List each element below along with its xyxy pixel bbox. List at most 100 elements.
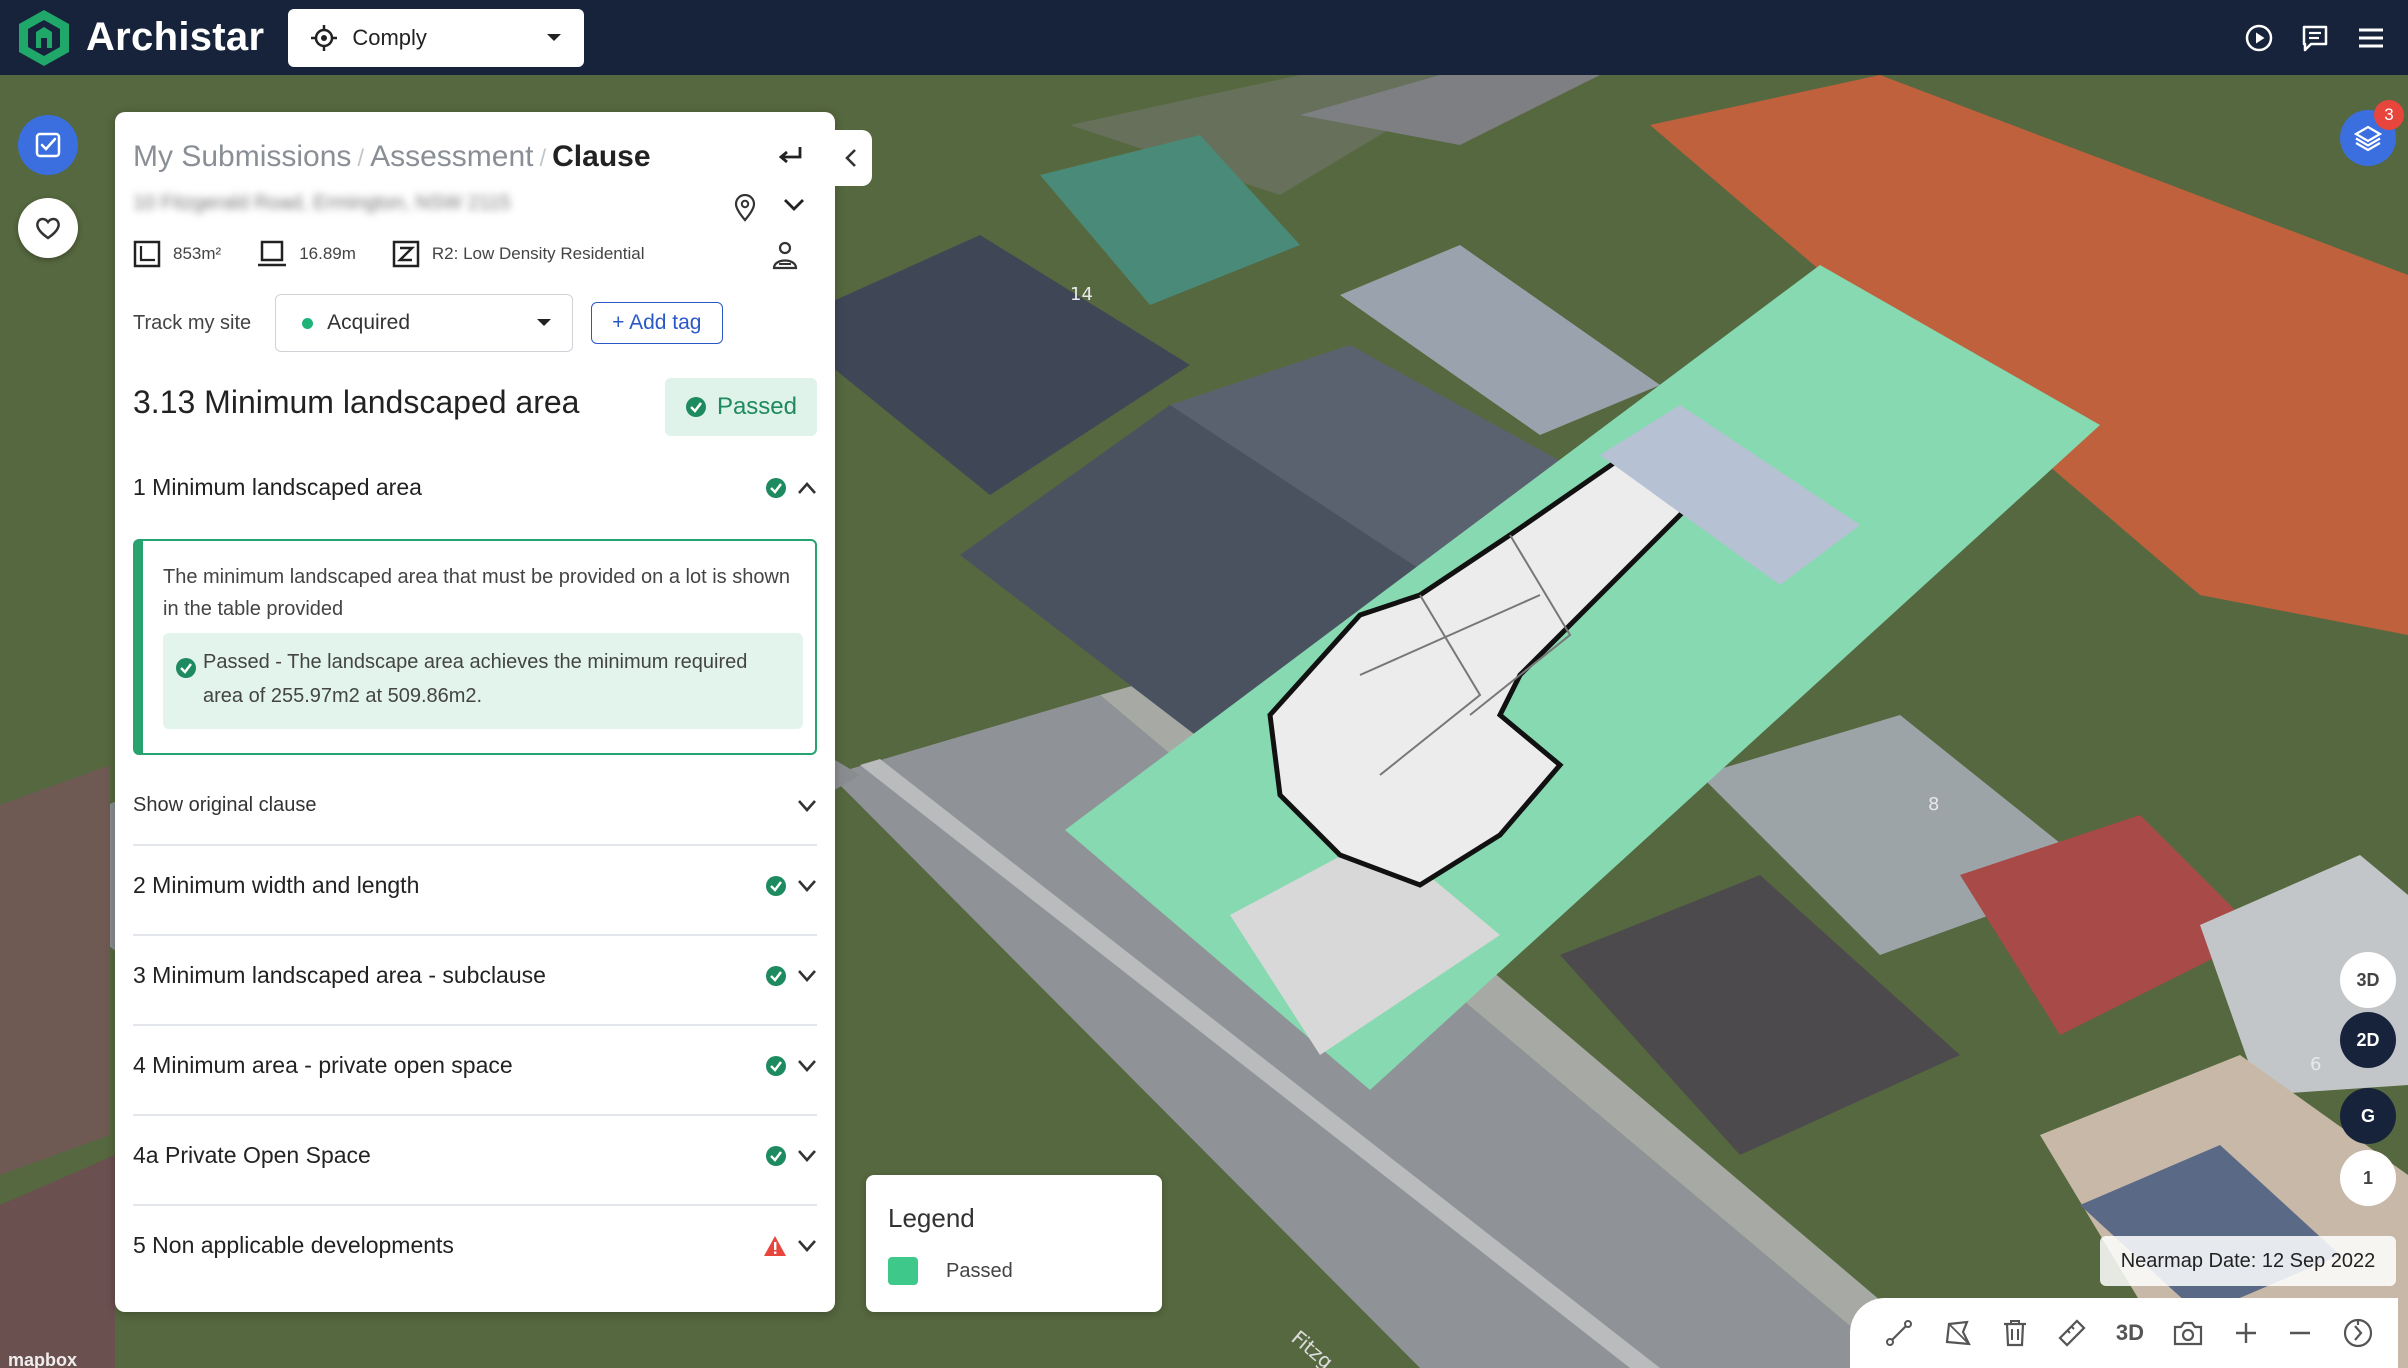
zone-icon bbox=[392, 240, 420, 268]
hamburger-menu-icon[interactable] bbox=[2356, 23, 2386, 53]
compass-button[interactable] bbox=[2342, 1317, 2374, 1349]
house-number-label: 8 bbox=[1928, 794, 1939, 815]
chevron-down-icon bbox=[798, 1059, 816, 1072]
toolbar-3d-button[interactable]: 3D bbox=[2116, 1320, 2144, 1346]
site-address: 10 Fitzgerald Road, Ermington, NSW 2115 bbox=[133, 192, 511, 214]
caret-down-icon bbox=[547, 33, 562, 41]
subclause-name: 2 Minimum width and length bbox=[133, 872, 420, 898]
divider bbox=[133, 1114, 817, 1116]
check-circle-icon bbox=[766, 1145, 786, 1166]
view-3d-button[interactable]: 3D bbox=[2340, 952, 2396, 1008]
chevron-down-icon bbox=[798, 1149, 816, 1162]
breadcrumb-my-submissions[interactable]: My Submissions bbox=[133, 140, 351, 173]
divider bbox=[133, 1204, 817, 1206]
mapbox-attribution[interactable]: mapbox bbox=[8, 1350, 77, 1368]
subclause-result-text: Passed - The landscape area achieves the… bbox=[203, 651, 748, 707]
caret-down-icon bbox=[537, 319, 552, 326]
layers-icon bbox=[2353, 125, 2383, 152]
collapse-panel-button[interactable] bbox=[830, 130, 872, 186]
ruler-icon bbox=[2058, 1319, 2087, 1347]
site-zone-value: R2: Low Density Residential bbox=[431, 244, 645, 263]
mode-dropdown[interactable]: Comply bbox=[288, 8, 585, 67]
checklist-icon bbox=[35, 132, 61, 158]
archistar-logo-icon bbox=[19, 9, 69, 66]
subclause-detail: The minimum landscaped area that must be… bbox=[133, 539, 817, 755]
line-icon bbox=[1886, 1320, 1913, 1346]
delete-tool[interactable] bbox=[2001, 1318, 2029, 1348]
legend-item: Passed bbox=[888, 1257, 1013, 1285]
layers-count-badge: 3 bbox=[2374, 100, 2404, 130]
legend-title: Legend bbox=[888, 1203, 975, 1233]
chevron-down-icon bbox=[798, 799, 816, 812]
show-original-clause-toggle[interactable]: Show original clause bbox=[133, 794, 817, 817]
polygon-icon bbox=[1945, 1320, 1971, 1346]
area-icon bbox=[133, 240, 161, 268]
camera-icon bbox=[2174, 1321, 2203, 1346]
breadcrumb-separator: / bbox=[539, 145, 547, 172]
owner-icon[interactable] bbox=[771, 240, 799, 272]
favourite-button[interactable] bbox=[18, 198, 78, 258]
chevron-down-icon bbox=[798, 969, 816, 982]
track-status-value: Acquired bbox=[327, 311, 411, 334]
chat-icon[interactable] bbox=[2300, 23, 2330, 53]
zoom-in-button[interactable] bbox=[2233, 1320, 2259, 1346]
track-status-dropdown[interactable]: Acquired bbox=[275, 294, 574, 352]
site-area: 853m² bbox=[133, 240, 221, 268]
check-circle-icon bbox=[766, 965, 786, 986]
add-tag-button[interactable]: + Add tag bbox=[591, 302, 723, 344]
chevron-up-icon bbox=[798, 481, 816, 494]
clause-status-badge: Passed bbox=[664, 378, 817, 436]
subclause-name: 4a Private Open Space bbox=[133, 1142, 371, 1168]
minus-icon bbox=[2290, 1331, 2311, 1335]
subclause-row[interactable]: 5 Non applicable developments bbox=[133, 1232, 817, 1259]
crosshair-icon bbox=[311, 24, 338, 51]
breadcrumb-separator: / bbox=[357, 145, 365, 172]
view-g-button[interactable]: G bbox=[2340, 1088, 2396, 1144]
play-icon[interactable] bbox=[2244, 23, 2274, 53]
location-pin-icon[interactable] bbox=[733, 194, 757, 222]
top-bar: Archistar Comply bbox=[0, 0, 2408, 75]
track-site-label: Track my site bbox=[133, 311, 252, 334]
divider bbox=[133, 1024, 817, 1026]
subclause-name: 5 Non applicable developments bbox=[133, 1232, 454, 1258]
track-site-row: Track my site Acquired + Add tag bbox=[133, 294, 723, 352]
return-arrow-icon[interactable] bbox=[775, 142, 805, 172]
check-circle-icon bbox=[766, 1055, 786, 1076]
check-circle-icon bbox=[766, 477, 786, 498]
view-1-button[interactable]: 1 bbox=[2340, 1150, 2396, 1206]
subclause-row[interactable]: 2 Minimum width and length bbox=[133, 872, 817, 899]
nearmap-date: Nearmap Date: 12 Sep 2022 bbox=[2100, 1236, 2396, 1286]
trash-icon bbox=[2004, 1320, 2027, 1347]
show-original-label: Show original clause bbox=[133, 794, 317, 816]
view-2d-button[interactable]: 2D bbox=[2340, 1012, 2396, 1068]
house-number-label: 14 bbox=[1070, 284, 1093, 305]
chevron-down-icon[interactable] bbox=[783, 198, 805, 212]
site-zone: R2: Low Density Residential bbox=[392, 240, 645, 268]
submissions-button[interactable] bbox=[18, 115, 78, 175]
subclause-row[interactable]: 4 Minimum area - private open space bbox=[133, 1052, 817, 1079]
site-area-value: 853m² bbox=[173, 244, 222, 263]
breadcrumb-assessment[interactable]: Assessment bbox=[370, 140, 533, 173]
draw-line-tool[interactable] bbox=[1884, 1318, 1914, 1348]
status-dot bbox=[302, 317, 314, 329]
app-logo[interactable]: Archistar bbox=[16, 8, 264, 68]
subclause-header-1[interactable]: 1 Minimum landscaped area bbox=[133, 474, 817, 501]
mode-label: Comply bbox=[352, 24, 427, 50]
subclause-row[interactable]: 4a Private Open Space bbox=[133, 1142, 817, 1169]
measure-tool[interactable] bbox=[2057, 1318, 2087, 1348]
compass-icon bbox=[2343, 1318, 2372, 1348]
legend-swatch bbox=[888, 1257, 918, 1285]
house-number-label: 6 bbox=[2310, 1054, 2321, 1075]
subclause-row[interactable]: 3 Minimum landscaped area - subclause bbox=[133, 962, 817, 989]
app-name: Archistar bbox=[86, 15, 265, 59]
subclause-description: The minimum landscaped area that must be… bbox=[163, 566, 791, 620]
check-circle-icon bbox=[766, 875, 786, 896]
subclause-name: 3 Minimum landscaped area - subclause bbox=[133, 962, 546, 988]
screenshot-tool[interactable] bbox=[2172, 1319, 2204, 1347]
clause-status-text: Passed bbox=[716, 393, 797, 420]
frontage-icon bbox=[258, 240, 287, 267]
zoom-out-button[interactable] bbox=[2287, 1320, 2313, 1346]
site-metadata: 853m² 16.89m R2: Low Density Residential bbox=[133, 240, 681, 268]
warning-icon bbox=[764, 1235, 786, 1256]
draw-polygon-tool[interactable] bbox=[1943, 1318, 1973, 1348]
